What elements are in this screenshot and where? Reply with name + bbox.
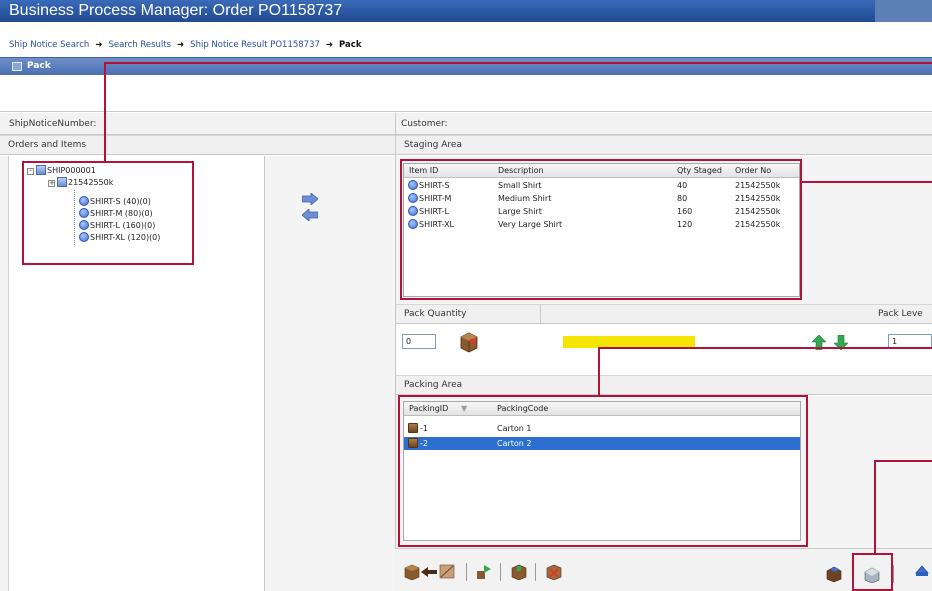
field-row: ShipNoticeNumber: Customer: [0,113,932,135]
annotation-line [104,62,106,161]
breadcrumb-ship-notice-search[interactable]: Ship Notice Search [9,40,89,50]
staging-panel-title: Staging Area [404,140,462,150]
delete-carton-icon[interactable] [546,564,562,580]
move-items-icon[interactable] [476,564,492,580]
breadcrumb-arrow-icon: ➜ [95,40,103,50]
carton-icon[interactable] [404,564,420,580]
customer-label: Customer: [401,119,448,129]
packing-area-title: Packing Area [404,380,463,390]
breadcrumb-area: Ship Notice Search ➜ Search Results ➜ Ship N… [0,22,932,57]
breadcrumb-current: Pack [339,40,362,50]
unpack-icon[interactable] [439,563,455,579]
orders-panel-header: Orders and Items [0,135,395,155]
annotation-line [598,347,932,349]
toolbar-separator [893,565,894,583]
breadcrumb-arrow-icon: ➜ [177,40,185,50]
breadcrumb-ship-notice-result[interactable]: Ship Notice Result PO1158737 [190,40,320,50]
packing-area-header: Packing Area [396,375,932,395]
pack-header-bar[interactable]: Pack [0,57,932,75]
breadcrumb-arrow-icon: ➜ [325,40,334,50]
pack-quantity-header: Pack Quantity Pack Leve [396,304,932,324]
annotation-line [802,181,932,183]
annotation-line [874,460,932,462]
breadcrumb: Ship Notice Search ➜ Search Results ➜ Ship N… [9,40,361,50]
seal-carton-icon[interactable] [511,564,527,580]
pack-header-label: Pack [27,61,51,71]
top-toolbar-area [0,75,932,112]
toolbar-separator [535,563,536,581]
move-left-arrow-icon[interactable] [302,209,318,221]
staging-panel-header: Staging Area [396,135,932,155]
toolbar-separator [500,563,501,581]
annotation-box-packing [398,395,808,547]
collapse-icon[interactable] [12,62,22,71]
pack-quantity-input[interactable]: 0 [402,334,436,349]
ship-icon[interactable] [914,563,930,579]
pallet-icon[interactable] [826,566,842,582]
move-right-arrow-icon[interactable] [302,193,318,205]
pack-quantity-title: Pack Quantity [404,309,467,319]
pack-header-divider [540,305,541,324]
annotation-box-staging [400,159,802,300]
window-title: Business Process Manager: Order PO115873… [9,2,343,19]
annotation-box-orders [22,161,194,265]
title-bar-control[interactable] [875,0,932,22]
annotation-line [104,62,932,64]
carton-icon[interactable] [458,331,480,353]
title-bar: Business Process Manager: Order PO115873… [0,0,932,22]
orders-panel-title: Orders and Items [8,140,87,150]
ship-notice-number-label: ShipNoticeNumber: [9,119,97,129]
breadcrumb-search-results[interactable]: Search Results [108,40,171,50]
annotation-line [598,347,600,395]
toolbar-separator [466,563,467,581]
annotation-line [874,460,876,553]
arrow-left-icon[interactable] [421,564,437,580]
annotation-box-print-label [852,553,893,591]
pack-level-title: Pack Leve [878,309,923,319]
